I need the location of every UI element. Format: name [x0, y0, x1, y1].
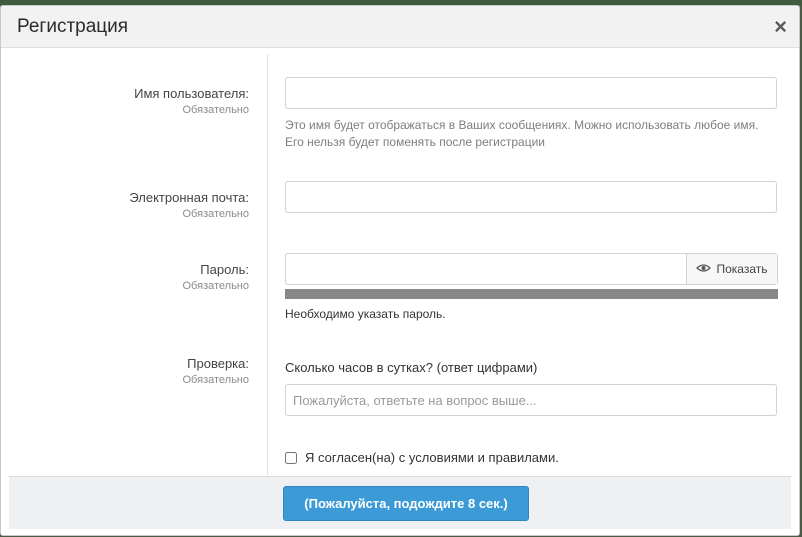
password-field: Показать	[285, 253, 778, 285]
registration-dialog: Регистрация × Имя пользователя: Обязател…	[0, 5, 800, 536]
verification-label-group: Проверка: Обязательно	[9, 356, 250, 386]
dialog-header: Регистрация ×	[1, 6, 799, 48]
email-input[interactable]	[285, 181, 777, 213]
dialog-footer: (Пожалуйста, подождите 8 сек.)	[9, 476, 791, 529]
agree-label: Я согласен(на) с условиями и правилами.	[305, 450, 559, 465]
dialog-title: Регистрация	[17, 15, 129, 37]
agree-checkbox[interactable]	[285, 451, 297, 464]
label-column-divider	[267, 54, 268, 476]
agree-terms[interactable]: Я согласен(на) с условиями и правилами.	[285, 450, 559, 465]
username-input[interactable]	[285, 77, 777, 109]
username-hint: Это имя будет отображаться в Ваших сообщ…	[285, 118, 759, 149]
username-label: Имя пользователя:	[134, 86, 249, 101]
password-required: Обязательно	[182, 280, 250, 292]
register-button[interactable]: (Пожалуйста, подождите 8 сек.)	[283, 486, 529, 521]
verification-question: Сколько часов в сутках? (ответ цифрами)	[285, 360, 538, 375]
password-message: Необходимо указать пароль.	[285, 307, 446, 321]
verification-label: Проверка:	[187, 356, 249, 371]
close-icon[interactable]: ×	[774, 15, 787, 38]
password-label-group: Пароль: Обязательно	[9, 262, 250, 292]
show-password-button[interactable]: Показать	[686, 254, 777, 284]
username-required: Обязательно	[182, 104, 250, 116]
verification-input[interactable]	[285, 384, 777, 416]
email-label: Электронная почта:	[129, 190, 249, 205]
eye-icon	[696, 262, 712, 276]
username-label-group: Имя пользователя: Обязательно	[9, 86, 249, 116]
password-strength-meter	[285, 289, 778, 299]
password-input[interactable]	[286, 254, 686, 284]
dialog-body: Имя пользователя: Обязательно Это имя бу…	[9, 48, 791, 476]
show-password-label: Показать	[716, 262, 768, 276]
verification-required: Обязательно	[182, 374, 250, 386]
password-label: Пароль:	[200, 262, 249, 277]
email-required: Обязательно	[182, 208, 250, 220]
email-label-group: Электронная почта: Обязательно	[9, 190, 249, 220]
